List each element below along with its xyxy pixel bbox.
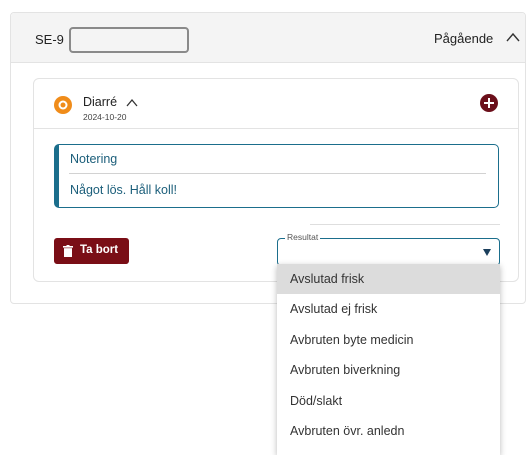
dropdown-option[interactable]: Avbruten övr. anledn [277,416,500,446]
note-box: Notering Något lös. Håll koll! [54,144,499,208]
case-id-redaction [69,27,189,53]
dropdown-option[interactable]: Död/slakt [277,386,500,416]
case-status: Pågående [434,31,494,46]
case-header: SE-9 Pågående [11,13,525,63]
diagnosis-date: 2024-10-20 [83,112,127,122]
separator-line [310,224,500,225]
note-divider [69,173,486,174]
add-button[interactable] [480,94,498,112]
diagnosis-card: Diarré 2024-10-20 Notering Något lös. Hå… [33,78,519,282]
diagnosis-title: Diarré [83,95,118,109]
delete-button-label: Ta bort [80,244,119,256]
chevron-up-icon [506,32,520,42]
eye-icon [54,96,72,114]
note-title: Notering [70,152,118,166]
triangle-down-icon [483,249,491,256]
dropdown-option[interactable]: Avbruten biverkning [277,355,500,385]
result-select[interactable]: Resultat [277,232,500,266]
dropdown-option[interactable]: Avslutad frisk [277,264,500,295]
dropdown-option[interactable]: Avbruten byte medicin [277,325,500,355]
delete-button[interactable]: Ta bort [54,238,129,264]
case-collapse-button[interactable] [501,24,525,50]
trash-icon [63,245,73,257]
dropdown-option[interactable]: Avslutad ej frisk [277,294,500,324]
note-text: Något lös. Håll koll! [70,183,177,197]
diagnosis-header: Diarré 2024-10-20 [34,79,518,129]
result-legend: Resultat [285,232,321,242]
case-id-label: SE-9 [35,32,64,47]
result-dropdown-menu: Avslutad frisk Avslutad ej frisk Avbrute… [277,264,500,455]
diagnosis-toggle-icon[interactable] [125,96,139,108]
